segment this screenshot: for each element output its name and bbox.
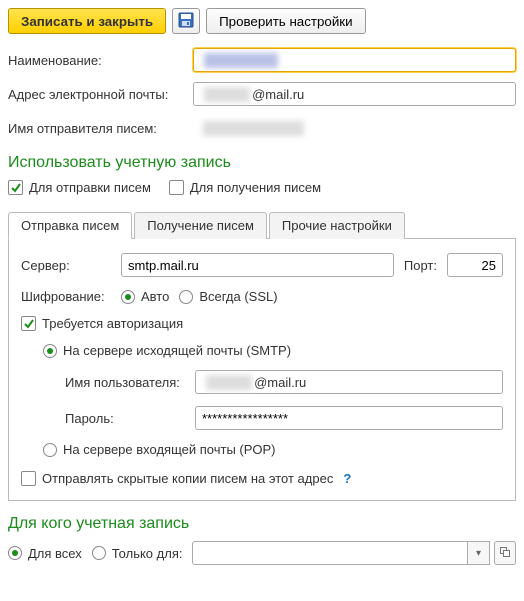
use-account-header: Использовать учетную запись — [8, 154, 516, 172]
toolbar: Записать и закрыть Проверить настройки — [8, 8, 516, 34]
floppy-icon — [178, 12, 194, 31]
for-all-label: Для всех — [28, 546, 82, 561]
auth-smtp-label: На сервере исходящей почты (SMTP) — [63, 343, 291, 358]
encryption-always-label: Всегда (SSL) — [199, 289, 277, 304]
tab-receive[interactable]: Получение писем — [134, 212, 267, 239]
name-input[interactable]: ████████ — [193, 48, 516, 72]
auth-smtp-radio[interactable] — [43, 344, 57, 358]
combo-open-button[interactable] — [494, 541, 516, 565]
port-input[interactable] — [447, 253, 503, 277]
sender-input[interactable]: ███████████ — [193, 116, 516, 140]
email-label: Адрес электронной почты: — [8, 87, 193, 102]
encryption-label: Шифрование: — [21, 289, 111, 304]
encryption-auto-radio[interactable] — [121, 290, 135, 304]
sender-value-redacted: ███████████ — [203, 121, 304, 136]
auth-pop-label: На сервере входящей почты (POP) — [63, 442, 276, 457]
pwd-input[interactable] — [195, 406, 503, 430]
email-domain: @mail.ru — [252, 87, 304, 102]
port-label: Порт: — [404, 258, 437, 273]
for-whom-header: Для кого учетная запись — [8, 515, 516, 533]
only-for-combo[interactable] — [192, 541, 468, 565]
user-domain: @mail.ru — [254, 375, 306, 390]
bcc-checkbox[interactable] — [21, 471, 36, 486]
combo-dropdown-button[interactable]: ▾ — [468, 541, 490, 565]
check-settings-button[interactable]: Проверить настройки — [206, 8, 365, 34]
open-icon — [500, 547, 510, 560]
bcc-label: Отправлять скрытые копии писем на этот а… — [42, 471, 333, 486]
sender-label: Имя отправителя писем: — [8, 121, 193, 136]
user-input[interactable]: █████ @mail.ru — [195, 370, 503, 394]
name-label: Наименование: — [8, 53, 193, 68]
auth-required-checkbox[interactable] — [21, 316, 36, 331]
for-send-label: Для отправки писем — [29, 180, 151, 195]
encryption-always-radio[interactable] — [179, 290, 193, 304]
save-close-button[interactable]: Записать и закрыть — [8, 8, 166, 34]
auth-pop-radio[interactable] — [43, 443, 57, 457]
user-prefix-redacted: █████ — [206, 375, 252, 390]
chevron-down-icon: ▾ — [476, 548, 481, 559]
user-label: Имя пользователя: — [65, 375, 185, 390]
for-receive-label: Для получения писем — [190, 180, 321, 195]
for-send-checkbox[interactable] — [8, 180, 23, 195]
for-receive-checkbox[interactable] — [169, 180, 184, 195]
tab-other[interactable]: Прочие настройки — [269, 212, 405, 239]
email-prefix-redacted: █████ — [204, 87, 250, 102]
tabs: Отправка писем Получение писем Прочие на… — [8, 211, 516, 239]
pwd-label: Пароль: — [65, 411, 185, 426]
encryption-auto-label: Авто — [141, 289, 169, 304]
save-button[interactable] — [172, 8, 200, 34]
server-label: Сервер: — [21, 258, 111, 273]
only-for-radio[interactable] — [92, 546, 106, 560]
name-value-redacted: ████████ — [204, 53, 278, 68]
tab-send[interactable]: Отправка писем — [8, 212, 132, 239]
auth-required-label: Требуется авторизация — [42, 316, 183, 331]
for-all-radio[interactable] — [8, 546, 22, 560]
help-icon[interactable]: ? — [343, 471, 351, 486]
server-input[interactable] — [121, 253, 394, 277]
email-input[interactable]: █████ @mail.ru — [193, 82, 516, 106]
only-for-label: Только для: — [112, 546, 183, 561]
send-tab-body: Сервер: Порт: Шифрование: Авто Всегда (S… — [8, 239, 516, 501]
